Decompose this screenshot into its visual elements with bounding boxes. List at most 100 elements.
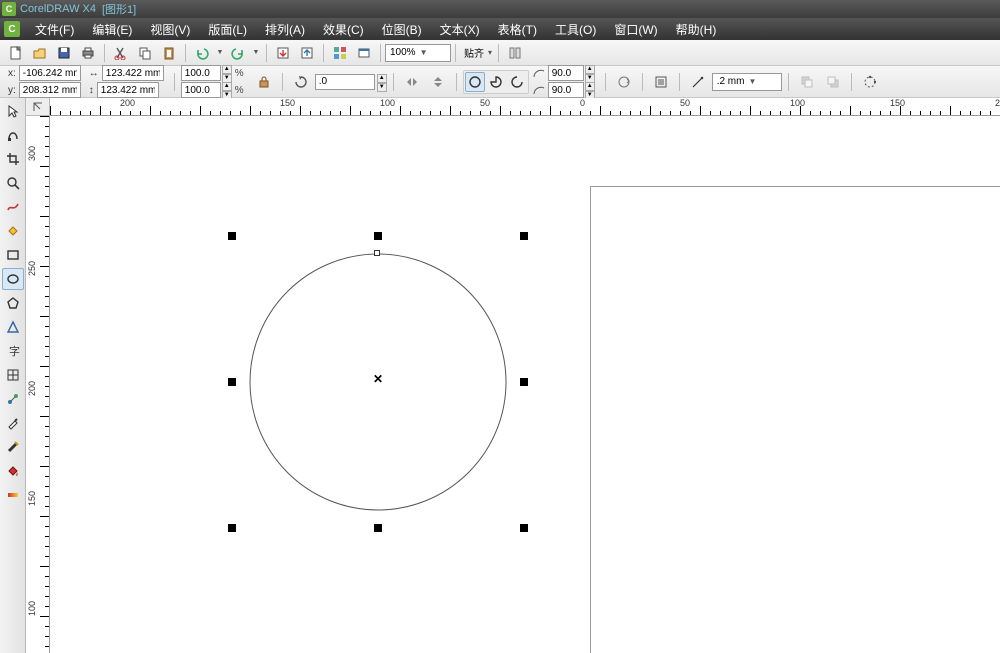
canvas[interactable]: ✕ [50,116,1000,653]
table-tool[interactable] [2,364,24,386]
angle-start-input[interactable] [548,65,584,81]
interactive-fill-tool[interactable] [2,484,24,506]
rectangle-tool[interactable] [2,244,24,266]
ellipse-arc-button[interactable] [507,72,527,92]
scale-x-spinner[interactable]: ▲▼ [222,65,232,81]
resize-handle-se[interactable] [520,524,528,532]
interactive-tool[interactable] [2,388,24,410]
lock-ratio-button[interactable] [253,71,275,93]
crop-tool[interactable] [2,148,24,170]
center-marker[interactable]: ✕ [373,372,383,386]
to-front-button[interactable] [796,71,818,93]
ruler-vertical[interactable]: 300250200150100 [26,116,50,653]
undo-dropdown[interactable]: ▼ [215,42,225,64]
wrap-text-button[interactable] [650,71,672,93]
ruler-v-label: 250 [27,261,37,276]
resize-handle-s[interactable] [374,524,382,532]
outline-width-combo[interactable]: .2 mm ▼ [712,73,782,91]
menu-file[interactable]: 文件(F) [26,18,83,41]
options-button[interactable] [504,42,526,64]
angle-start-spinner[interactable]: ▲▼ [585,65,595,81]
direction-button[interactable] [613,71,635,93]
resize-handle-n[interactable] [374,232,382,240]
basic-shapes-tool[interactable] [2,316,24,338]
rotation-input[interactable] [315,74,375,90]
convert-to-curves-button[interactable] [859,71,881,93]
redo-button[interactable] [227,42,249,64]
resize-handle-e[interactable] [520,378,528,386]
ruler-horizontal[interactable]: 20015010050050100150200 [50,98,1000,116]
mirror-v-button[interactable] [427,71,449,93]
resize-handle-nw[interactable] [228,232,236,240]
shape-tool[interactable] [2,124,24,146]
eyedropper-tool[interactable] [2,412,24,434]
save-button[interactable] [53,42,75,64]
ruler-h-label: 150 [890,98,905,108]
separator [642,73,643,91]
resize-handle-w[interactable] [228,378,236,386]
text-tool[interactable]: 字 [2,340,24,362]
zoom-combo[interactable]: 100% ▼ [385,44,451,62]
scale-y-spinner[interactable]: ▲▼ [222,82,232,98]
menu-arrange[interactable]: 排列(A) [256,18,314,41]
resize-handle-ne[interactable] [520,232,528,240]
menu-bitmap[interactable]: 位图(B) [373,18,431,41]
print-button[interactable] [77,42,99,64]
app-launcher-button[interactable] [329,42,351,64]
height-input[interactable] [97,82,159,98]
separator [498,44,499,62]
angle-end-input[interactable] [548,82,584,98]
pick-tool[interactable] [2,100,24,122]
ruler-h-label: 100 [790,98,805,108]
separator [455,44,456,62]
menu-help[interactable]: 帮助(H) [667,18,726,41]
resize-handle-sw[interactable] [228,524,236,532]
menu-table[interactable]: 表格(T) [489,18,546,41]
outline-tool[interactable] [2,436,24,458]
app-logo-icon: C [2,2,16,16]
position-group: x: y: [6,65,81,98]
open-button[interactable] [29,42,51,64]
menu-effects[interactable]: 效果(C) [314,18,373,41]
paste-button[interactable] [158,42,180,64]
selected-ellipse[interactable]: ✕ [240,244,516,520]
angle-end-spinner[interactable]: ▲▼ [585,82,595,98]
separator [788,73,789,91]
ellipse-pie-button[interactable] [486,72,506,92]
welcome-button[interactable] [353,42,375,64]
ruler-origin[interactable] [26,98,50,116]
menu-tools[interactable]: 工具(O) [546,18,605,41]
cut-button[interactable] [110,42,132,64]
x-label: x: [8,68,16,79]
menu-edit[interactable]: 编辑(E) [83,18,141,41]
menu-text[interactable]: 文本(X) [431,18,489,41]
x-input[interactable] [19,65,81,81]
new-button[interactable] [5,42,27,64]
y-input[interactable] [19,82,81,98]
freehand-tool[interactable] [2,196,24,218]
width-input[interactable] [102,65,164,81]
separator [679,73,680,91]
copy-button[interactable] [134,42,156,64]
polygon-tool[interactable] [2,292,24,314]
to-back-button[interactable] [822,71,844,93]
redo-dropdown[interactable]: ▼ [251,42,261,64]
mirror-h-button[interactable] [401,71,423,93]
scale-x-input[interactable] [181,65,221,81]
ellipse-node[interactable] [374,250,380,256]
ellipse-full-button[interactable] [465,72,485,92]
undo-button[interactable] [191,42,213,64]
separator [282,73,283,91]
menu-layout[interactable]: 版面(L) [199,18,256,41]
rotation-spinner[interactable]: ▲▼ [377,74,387,90]
scale-y-input[interactable] [181,82,221,98]
zoom-tool[interactable] [2,172,24,194]
menu-window[interactable]: 窗口(W) [605,18,666,41]
export-button[interactable] [296,42,318,64]
menu-view[interactable]: 视图(V) [141,18,199,41]
ellipse-tool[interactable] [2,268,24,290]
snap-dropdown[interactable]: 贴齐 ▾ [460,44,494,62]
import-button[interactable] [272,42,294,64]
fill-tool[interactable] [2,460,24,482]
smart-fill-tool[interactable] [2,220,24,242]
